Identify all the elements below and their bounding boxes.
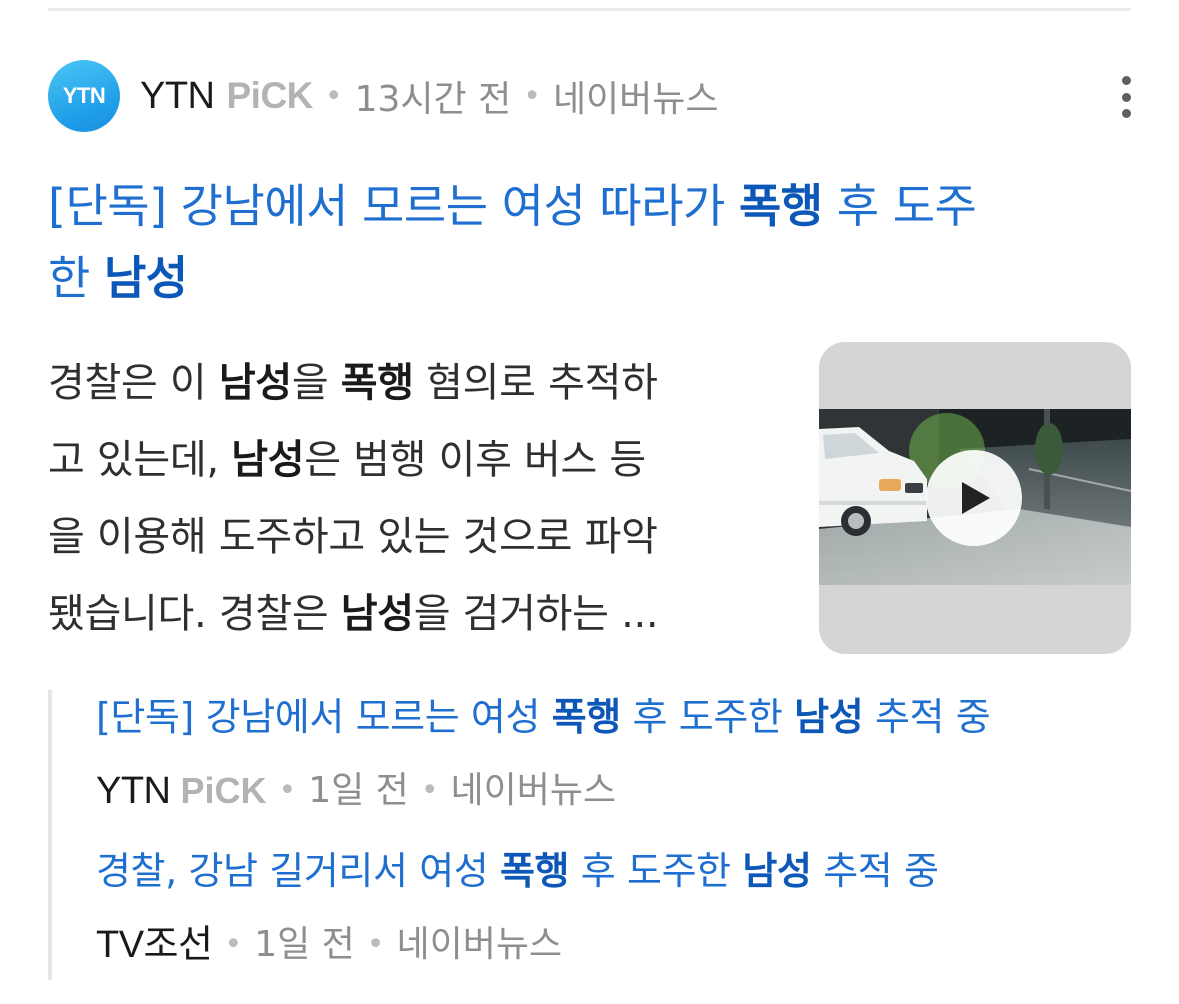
article-headline-link[interactable]: [단독] 강남에서 모르는 여성 따라가 폭행 후 도주 한 남성 [48, 170, 1133, 314]
video-thumbnail[interactable] [819, 342, 1131, 654]
keyword-highlight: 남성 [218, 360, 292, 406]
keyword-highlight: 남성 [103, 251, 188, 305]
play-icon [962, 482, 990, 514]
publish-time: 1일 전 [254, 924, 355, 965]
keyword-highlight: 남성 [231, 437, 305, 483]
keyword-highlight: 폭행 [551, 695, 622, 739]
separator-dot: • [523, 78, 541, 114]
play-button[interactable] [926, 450, 1022, 546]
related-article-title[interactable]: [단독] 강남에서 모르는 여성 폭행 후 도주한 남성 추적 중 [96, 690, 991, 744]
separator-dot: • [224, 927, 243, 962]
related-articles: [단독] 강남에서 모르는 여성 폭행 후 도주한 남성 추적 중 YTN Pi… [48, 690, 1152, 980]
separator-dot: • [324, 78, 343, 114]
related-article[interactable]: 경찰, 강남 길거리서 여성 폭행 후 도주한 남성 추적 중 TV조선 • 1… [96, 844, 939, 972]
keyword-highlight: 폭행 [340, 360, 414, 406]
keyword-highlight: 남성 [340, 591, 414, 637]
platform-link[interactable]: 네이버뉴스 [451, 764, 617, 818]
top-divider [48, 8, 1131, 11]
press-name[interactable]: YTN [140, 75, 215, 118]
keyword-highlight: 폭행 [500, 849, 570, 893]
separator-dot: • [420, 773, 439, 808]
publish-time: 13시간 전 [354, 79, 512, 120]
platform-link[interactable]: 네이버뉴스 [553, 70, 719, 122]
press-name[interactable]: TV조선 [96, 918, 213, 972]
related-article-meta: YTN PiCK • 1일 전 • 네이버뉴스 [96, 764, 990, 818]
press-name[interactable]: YTN [96, 764, 171, 818]
pick-badge: PiCK [226, 75, 314, 116]
related-article[interactable]: [단독] 강남에서 모르는 여성 폭행 후 도주한 남성 추적 중 YTN Pi… [96, 690, 991, 818]
publish-time: 1일 전 [308, 770, 409, 811]
separator-dot: • [366, 927, 385, 962]
article-snippet[interactable]: 경찰은 이 남성을 폭행 혐의로 추적하 고 있는데, 남성은 범행 이후 버스 … [48, 345, 778, 653]
related-article-meta: TV조선 • 1일 전 • 네이버뉴스 [96, 918, 939, 972]
keyword-highlight: 남성 [742, 849, 812, 893]
separator-dot: • [278, 773, 297, 808]
keyword-highlight: 폭행 [738, 179, 823, 233]
press-logo[interactable]: YTN [48, 60, 120, 132]
related-article-title[interactable]: 경찰, 강남 길거리서 여성 폭행 후 도주한 남성 추적 중 [96, 844, 939, 898]
pick-badge: PiCK [180, 770, 267, 811]
article-header: YTN YTN PiCK • 13시간 전 • 네이버뉴스 [48, 60, 1138, 132]
more-options-icon[interactable] [1120, 76, 1132, 118]
press-logo-text: YTN [62, 83, 106, 108]
keyword-highlight: 남성 [794, 695, 864, 739]
platform-link[interactable]: 네이버뉴스 [396, 918, 562, 972]
